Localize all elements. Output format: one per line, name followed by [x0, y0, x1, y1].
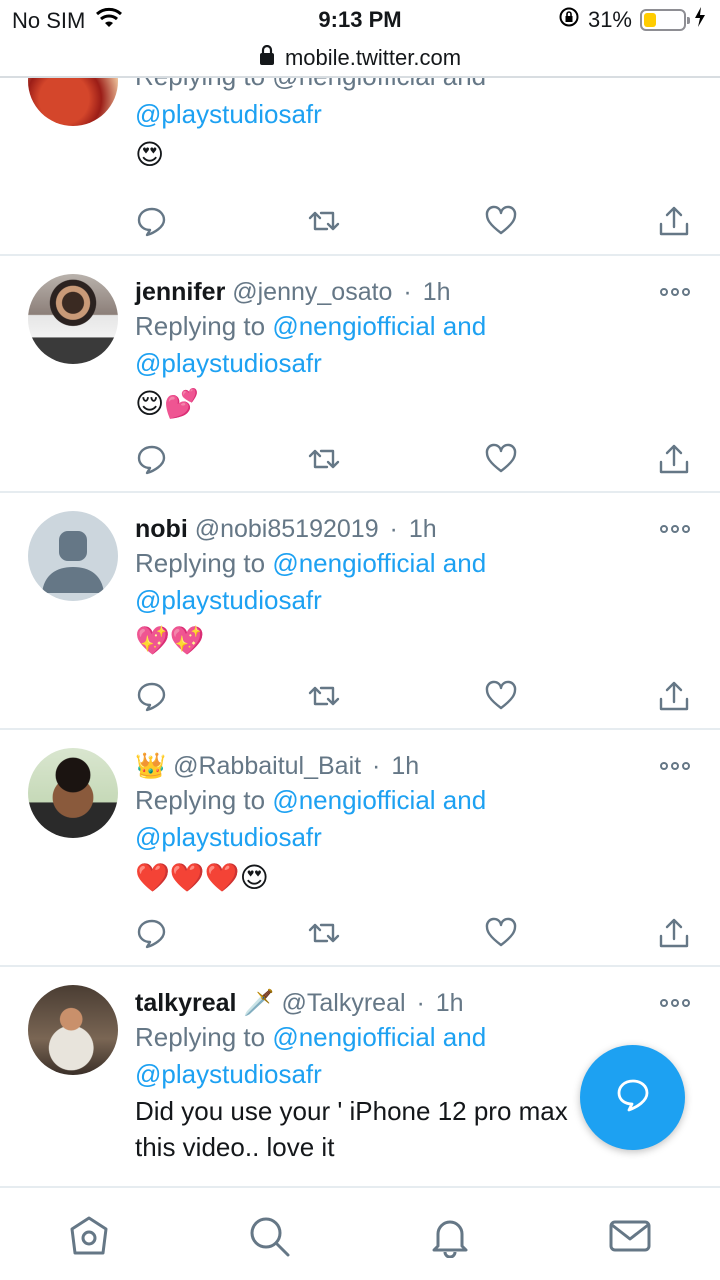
tweet-text: 💖💖	[135, 625, 205, 656]
home-icon[interactable]	[67, 1214, 111, 1258]
like-icon[interactable]	[484, 204, 518, 238]
and-label: and	[442, 785, 487, 815]
mention-link[interactable]: @nengiofficial	[272, 1022, 435, 1052]
status-right: 31%	[558, 6, 706, 34]
mention-link[interactable]: @playstudiosafr	[135, 99, 322, 129]
battery-icon	[640, 9, 690, 31]
mention-link[interactable]: @nengiofficial	[272, 785, 435, 815]
tweet-actions	[135, 916, 695, 950]
more-icon[interactable]	[660, 760, 690, 772]
and-label: and	[442, 1022, 487, 1052]
tweet-actions	[135, 442, 695, 476]
replying-to-label: Replying to	[135, 785, 266, 815]
compose-reply-icon	[613, 1075, 653, 1120]
separator-dot: ·	[372, 752, 381, 780]
reply-icon[interactable]	[135, 679, 169, 713]
display-name[interactable]: nobi	[135, 515, 188, 543]
tweet[interactable]: nobi @nobi85192019 · 1h Replying to @nen…	[0, 493, 720, 730]
retweet-icon[interactable]	[307, 679, 341, 713]
mention-link[interactable]: @nengiofficial	[272, 311, 435, 341]
retweet-icon[interactable]	[307, 204, 341, 238]
replying-to-label: Replying to	[135, 311, 266, 341]
display-name[interactable]: talkyreal 🗡️	[135, 989, 275, 1017]
replying-to-label: Replying to	[135, 548, 266, 578]
more-icon[interactable]	[660, 523, 690, 535]
replying-to: Replying to @nengiofficial and	[135, 78, 694, 96]
avatar[interactable]	[28, 511, 118, 601]
reply-icon[interactable]	[135, 916, 169, 950]
search-icon[interactable]	[247, 1214, 291, 1258]
like-icon[interactable]	[484, 916, 518, 950]
and-label: and	[442, 548, 487, 578]
separator-dot: ·	[416, 989, 425, 1017]
user-handle[interactable]: @nobi85192019	[195, 515, 379, 543]
status-bar: No SIM 9:13 PM 31%	[0, 0, 720, 40]
like-icon[interactable]	[484, 679, 518, 713]
mention-link[interactable]: @playstudiosafr	[135, 822, 322, 852]
compose-reply-button[interactable]	[580, 1045, 685, 1150]
lock-icon	[259, 44, 275, 71]
share-icon[interactable]	[657, 916, 691, 950]
replying-to: Replying to @nengiofficial and	[135, 308, 694, 345]
display-name[interactable]: 👑	[135, 752, 166, 780]
share-icon[interactable]	[657, 204, 691, 238]
separator-dot: ·	[403, 278, 412, 306]
retweet-icon[interactable]	[307, 442, 341, 476]
user-handle[interactable]: @Rabbaitul_Bait	[173, 752, 361, 780]
timestamp[interactable]: 1h	[436, 989, 464, 1017]
avatar[interactable]	[28, 748, 118, 838]
timestamp[interactable]: 1h	[423, 278, 451, 306]
charging-icon	[694, 7, 706, 33]
avatar[interactable]	[28, 78, 118, 126]
share-icon[interactable]	[657, 442, 691, 476]
replying-to-text: Replying to @nengiofficial and	[135, 78, 486, 95]
and-label: and	[442, 311, 487, 341]
notifications-icon[interactable]	[428, 1214, 472, 1259]
url-bar[interactable]: mobile.twitter.com	[0, 38, 720, 78]
mention-link[interactable]: @nengiofficial	[272, 548, 435, 578]
reply-icon[interactable]	[135, 204, 169, 238]
url-text: mobile.twitter.com	[284, 45, 462, 70]
messages-icon[interactable]	[608, 1214, 652, 1258]
avatar[interactable]	[28, 985, 118, 1075]
tweet-text: ❤️❤️❤️😍	[135, 862, 269, 893]
user-handle[interactable]: @jenny_osato	[232, 278, 392, 306]
more-icon[interactable]	[660, 997, 690, 1009]
tweet-actions	[135, 204, 695, 238]
rotation-lock-icon	[558, 6, 580, 34]
bottom-navigation	[0, 1186, 720, 1280]
user-handle[interactable]: @Talkyreal	[282, 989, 406, 1017]
display-name[interactable]: jennifer	[135, 278, 225, 306]
battery-percent: 31%	[587, 7, 632, 32]
tweet-actions	[135, 679, 695, 713]
like-icon[interactable]	[484, 442, 518, 476]
mention-link[interactable]: @playstudiosafr	[135, 585, 322, 615]
avatar[interactable]	[28, 274, 118, 364]
replying-to: Replying to @nengiofficial and	[135, 782, 694, 819]
retweet-icon[interactable]	[307, 916, 341, 950]
timestamp[interactable]: 1h	[409, 515, 437, 543]
tweet-text: 😍	[135, 139, 165, 170]
timestamp[interactable]: 1h	[391, 752, 419, 780]
separator-dot: ·	[389, 515, 398, 543]
mention-link[interactable]: @playstudiosafr	[135, 1059, 322, 1089]
tweet[interactable]: jennifer @jenny_osato · 1h Replying to @…	[0, 256, 720, 493]
tweet-text: 😌💕	[135, 388, 200, 419]
replying-to: Replying to @nengiofficial and	[135, 545, 694, 582]
tweet-partial[interactable]: Replying to @nengiofficial and @playstud…	[0, 78, 720, 256]
replying-to-label: Replying to	[135, 1022, 266, 1052]
share-icon[interactable]	[657, 679, 691, 713]
tweet[interactable]: 👑 @Rabbaitul_Bait · 1h Replying to @neng…	[0, 730, 720, 967]
reply-feed[interactable]: Replying to @nengiofficial and @playstud…	[0, 78, 720, 1186]
mention-link[interactable]: @playstudiosafr	[135, 348, 322, 378]
reply-icon[interactable]	[135, 442, 169, 476]
more-icon[interactable]	[660, 286, 690, 298]
